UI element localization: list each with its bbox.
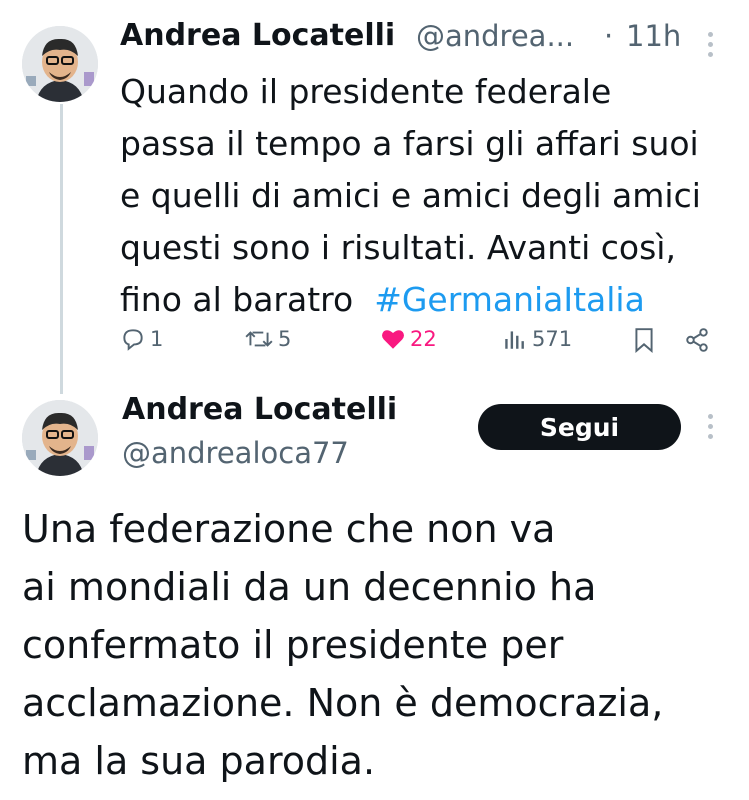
views-icon bbox=[505, 331, 524, 349]
repost-count: 5 bbox=[278, 327, 292, 351]
tweet-time[interactable]: 11h bbox=[626, 19, 681, 53]
post-text-line: confermato il presidente per bbox=[22, 623, 564, 667]
like-count: 22 bbox=[410, 327, 437, 351]
tweet-text-line: passa il tempo a farsi gli affari suoi bbox=[120, 124, 699, 163]
profile-handle[interactable]: @andrealoca77 bbox=[122, 436, 349, 470]
more-options-icon[interactable] bbox=[708, 32, 714, 62]
repost-icon bbox=[245, 331, 273, 347]
separator-dot: · bbox=[604, 19, 614, 53]
post-text-line: ma la sua parodia. bbox=[22, 739, 376, 783]
follow-button[interactable]: Segui bbox=[478, 404, 681, 450]
share-button[interactable] bbox=[684, 327, 710, 353]
hashtag-link[interactable]: #GermaniaItalia bbox=[374, 280, 645, 319]
avatar[interactable] bbox=[22, 400, 98, 476]
tweet-text-line: e quelli di amici e amici degli amici bbox=[120, 176, 701, 215]
reply-count: 1 bbox=[150, 327, 164, 351]
reply-button[interactable]: 1 bbox=[120, 326, 163, 352]
tweet-text-line: Quando il presidente federale bbox=[120, 72, 612, 111]
tweet-text-line: fino al baratro #GermaniaItalia bbox=[120, 280, 645, 319]
author-handle[interactable]: @andrea... bbox=[416, 19, 574, 53]
post-text-line: ai mondiali da un decennio ha bbox=[22, 565, 597, 609]
post-text-line: acclamazione. Non è democrazia, bbox=[22, 681, 664, 725]
reply-icon bbox=[123, 329, 143, 351]
like-button[interactable]: 22 bbox=[380, 326, 437, 352]
profile-name[interactable]: Andrea Locatelli bbox=[122, 392, 397, 427]
views-count: 571 bbox=[532, 327, 573, 351]
post-text-line: Una federazione che non va bbox=[22, 507, 556, 551]
author-name[interactable]: Andrea Locatelli bbox=[120, 18, 395, 53]
tweet-text: Quando il presidente federale passa il t… bbox=[120, 66, 730, 326]
tweet-actions: 1 5 22 571 bbox=[0, 322, 749, 362]
post-text: Una federazione che non va ai mondiali d… bbox=[22, 500, 742, 790]
bookmark-button[interactable] bbox=[632, 327, 656, 353]
avatar[interactable] bbox=[22, 26, 98, 102]
share-icon bbox=[686, 328, 708, 352]
bookmark-icon bbox=[635, 328, 653, 353]
repost-button[interactable]: 5 bbox=[244, 326, 291, 352]
more-options-icon[interactable] bbox=[708, 414, 714, 444]
views-button[interactable]: 571 bbox=[502, 326, 572, 352]
heart-icon bbox=[382, 330, 404, 349]
tweet-text-line: questi sono i risultati. Avanti così, bbox=[120, 228, 676, 267]
